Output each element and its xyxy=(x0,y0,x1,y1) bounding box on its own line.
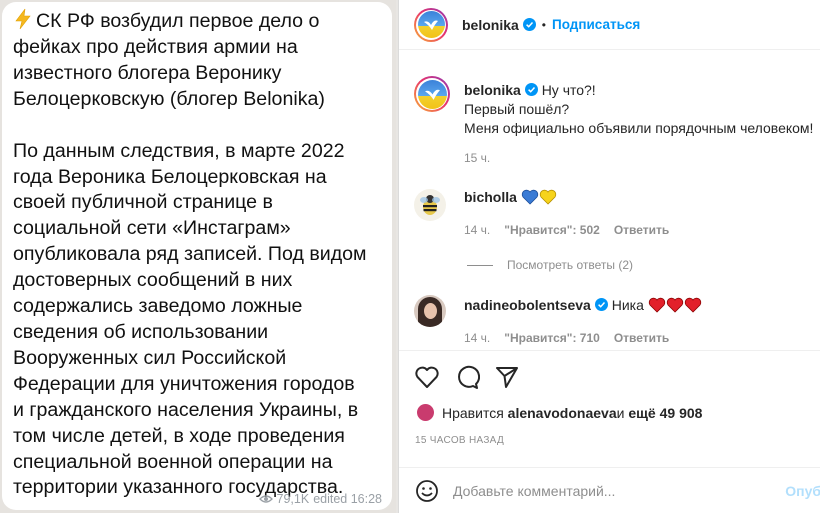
emoji-smiley-icon[interactable] xyxy=(415,479,439,503)
message-line: своей публичной странице в xyxy=(13,191,273,214)
blue-heart-icon xyxy=(521,189,538,205)
caption-text: Ну что?! xyxy=(541,82,596,98)
message-line: Белоцерковскую (блогер Belonika) xyxy=(13,87,325,110)
message-line: опубликовала ряд записей. Под видом xyxy=(13,243,367,266)
verified-badge-icon xyxy=(522,18,536,31)
comment-meta: 14 ч. "Нравится": 710 Ответить xyxy=(464,331,669,345)
caption-meta: 15 ч. xyxy=(464,151,490,165)
liked-by: Нравится alenavodonaeva и ещё 49 908 xyxy=(417,404,702,421)
add-comment-bar: Добавьте комментарий... Опуб xyxy=(399,467,820,513)
message-text: СК РФ возбудил первое дело о фейках про … xyxy=(13,8,382,501)
message-line-text: СК РФ возбудил первое дело о xyxy=(36,10,320,32)
views-count: 79,1K xyxy=(276,492,310,506)
post-time[interactable]: 15 ЧАСОВ НАЗАД xyxy=(415,435,504,446)
avatar[interactable] xyxy=(414,189,446,221)
message-line: сведения об использовании xyxy=(13,320,269,343)
bee-avatar-icon xyxy=(420,195,440,215)
message-meta: 79,1K edited 16:28 xyxy=(258,492,382,506)
caption-line: belonika Ну что?! xyxy=(464,81,813,100)
instagram-post-panel: belonika • Подписаться belonika Ну что?!… xyxy=(398,0,820,513)
message-line: достоверных сообщений в них xyxy=(13,269,293,292)
caption-text: Меня официально объявили порядочным чело… xyxy=(464,120,814,136)
reply-button[interactable]: Ответить xyxy=(614,331,669,345)
message-line: По данным следствия, в марте 2022 xyxy=(13,139,345,162)
message-line: и гражданского населения Украины, в xyxy=(13,398,359,421)
comment-username[interactable]: nadineobolentseva xyxy=(464,297,591,313)
liked-by-user[interactable]: alenavodonaeva xyxy=(508,405,617,421)
yellow-heart-icon xyxy=(539,189,556,205)
comment-time[interactable]: 14 ч. xyxy=(464,223,490,237)
comment-input[interactable]: Добавьте комментарий... xyxy=(453,483,615,499)
lightning-icon xyxy=(15,8,31,30)
message-line: известного блогера Веронику xyxy=(13,61,282,84)
red-heart-icon xyxy=(666,297,683,313)
avatar[interactable] xyxy=(414,76,450,112)
edited-time: edited 16:28 xyxy=(313,492,382,506)
avatar[interactable] xyxy=(414,7,448,42)
avatar[interactable] xyxy=(414,295,446,327)
comment-bubble-icon[interactable] xyxy=(454,364,480,390)
view-replies-label[interactable]: Посмотреть ответы (2) xyxy=(507,258,633,272)
message-line: года Вероника Белоцерковская на xyxy=(13,165,327,188)
liked-by-prefix: Нравится xyxy=(442,404,504,421)
caption-username[interactable]: belonika xyxy=(464,82,521,98)
separator-dot: • xyxy=(541,17,546,32)
follow-button[interactable]: Подписаться xyxy=(552,17,640,32)
liker-avatar[interactable] xyxy=(417,404,434,421)
comment-meta: 14 ч. "Нравится": 502 Ответить xyxy=(464,223,669,237)
message-line: Вооруженных сил Российской xyxy=(13,346,287,369)
liked-by-count[interactable]: ещё 49 908 xyxy=(628,405,702,421)
share-send-icon[interactable] xyxy=(494,364,520,390)
action-bar xyxy=(399,350,820,400)
telegram-chat: СК РФ возбудил первое дело о фейках про … xyxy=(0,0,396,513)
post-header: belonika • Подписаться xyxy=(399,0,820,50)
comment-text: Ника xyxy=(611,297,644,313)
caption-text: Первый пошёл? xyxy=(464,101,570,117)
message-line: СК РФ возбудил первое дело о xyxy=(13,8,382,35)
verified-badge-icon xyxy=(594,298,608,311)
dove-icon xyxy=(424,89,440,100)
message-line: содержались заведомо ложные xyxy=(13,295,303,318)
divider xyxy=(467,264,493,266)
dove-icon xyxy=(424,20,438,30)
header-username[interactable]: belonika xyxy=(462,17,519,33)
view-replies[interactable]: Посмотреть ответы (2) xyxy=(467,258,633,272)
verified-badge-icon xyxy=(524,83,538,96)
post-caption: belonika Ну что?! Первый пошёл? Меня офи… xyxy=(414,76,813,138)
message-line: том числе детей, в ходе проведения xyxy=(13,424,345,447)
red-heart-icon xyxy=(684,297,701,313)
message-bubble: СК РФ возбудил первое дело о фейках про … xyxy=(2,2,392,510)
screenshot: СК РФ возбудил первое дело о фейках про … xyxy=(0,0,820,513)
post-comment-button[interactable]: Опуб xyxy=(785,483,820,499)
message-line: социальной сети «Инстаграм» xyxy=(13,217,291,240)
comment: bicholla xyxy=(414,189,557,221)
red-heart-icon xyxy=(648,297,665,313)
comment-username[interactable]: bicholla xyxy=(464,189,517,205)
message-line: Федерации для уничтожения городов xyxy=(13,372,355,395)
message-line: фейках про действия армии на xyxy=(13,35,298,58)
caption-time[interactable]: 15 ч. xyxy=(464,151,490,165)
views-eye-icon xyxy=(258,495,273,503)
comment: nadineobolentseva Ника xyxy=(414,295,702,327)
comment-likes[interactable]: "Нравится": 710 xyxy=(504,331,600,345)
like-heart-icon[interactable] xyxy=(414,364,440,390)
reply-button[interactable]: Ответить xyxy=(614,223,669,237)
comment-likes[interactable]: "Нравится": 502 xyxy=(504,223,600,237)
liked-by-mid: и xyxy=(616,404,625,421)
comment-time[interactable]: 14 ч. xyxy=(464,331,490,345)
message-line: специальной военной операции на xyxy=(13,450,333,473)
